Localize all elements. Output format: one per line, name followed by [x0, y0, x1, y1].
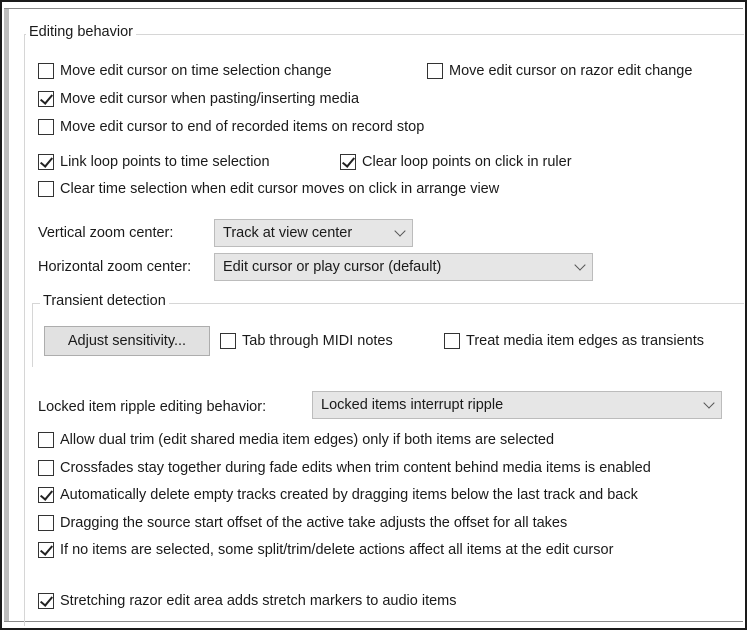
checkbox-label: Treat media item edges as transients: [466, 333, 705, 349]
move-on-razor-edit-checkbox[interactable]: Move edit cursor on razor edit change: [427, 63, 692, 79]
treat-edges-transients-checkbox[interactable]: Treat media item edges as transients: [444, 333, 704, 349]
checkbox-label: Tab through MIDI notes: [242, 333, 393, 349]
dragging-source-offset-checkbox[interactable]: Dragging the source start offset of the …: [38, 515, 567, 531]
adjust-sensitivity-button[interactable]: Adjust sensitivity...: [44, 326, 210, 356]
checkbox-label: Clear time selection when edit cursor mo…: [60, 181, 500, 197]
chevron-down-icon: [703, 396, 715, 409]
link-loop-points-checkbox[interactable]: Link loop points to time selection: [38, 154, 270, 170]
move-when-pasting-checkbox[interactable]: Move edit cursor when pasting/inserting …: [38, 91, 359, 107]
stretching-razor-checkbox[interactable]: Stretching razor edit area adds stretch …: [38, 593, 457, 609]
clear-loop-points-checkbox[interactable]: Clear loop points on click in ruler: [340, 154, 572, 170]
checkbox-label: Move edit cursor to end of recorded item…: [60, 119, 425, 135]
locked-ripple-select[interactable]: Locked items interrupt ripple: [312, 391, 722, 419]
tab-through-midi-checkbox[interactable]: Tab through MIDI notes: [220, 333, 393, 349]
checkbox-label: Link loop points to time selection: [60, 154, 270, 170]
vertical-zoom-value: Track at view center: [223, 225, 353, 241]
checkbox-label: Move edit cursor on razor edit change: [449, 63, 693, 79]
auto-delete-empty-tracks-checkbox[interactable]: Automatically delete empty tracks create…: [38, 487, 638, 503]
allow-dual-trim-checkbox[interactable]: Allow dual trim (edit shared media item …: [38, 432, 554, 448]
crossfades-together-checkbox[interactable]: Crossfades stay together during fade edi…: [38, 460, 651, 476]
horizontal-zoom-select[interactable]: Edit cursor or play cursor (default): [214, 253, 593, 281]
locked-ripple-label: Locked item ripple editing behavior:: [38, 399, 267, 415]
vertical-zoom-label: Vertical zoom center:: [38, 225, 174, 241]
horizontal-zoom-value: Edit cursor or play cursor (default): [223, 259, 442, 275]
checkbox-label: Allow dual trim (edit shared media item …: [60, 432, 555, 448]
checkbox-label: Move edit cursor when pasting/inserting …: [60, 91, 360, 107]
checkbox-box[interactable]: [444, 333, 460, 349]
checkbox-box[interactable]: [38, 460, 54, 476]
checkbox-label: Move edit cursor on time selection chang…: [60, 63, 332, 79]
checkbox-box[interactable]: [220, 333, 236, 349]
transient-detection-title: Transient detection: [40, 293, 169, 309]
checkbox-box[interactable]: [38, 91, 54, 107]
checkbox-box[interactable]: [427, 63, 443, 79]
checkbox-label: Dragging the source start offset of the …: [60, 515, 568, 531]
top-divider: [4, 8, 743, 9]
checkbox-label: Clear loop points on click in ruler: [362, 154, 572, 170]
checkbox-box[interactable]: [38, 63, 54, 79]
checkbox-box[interactable]: [38, 515, 54, 531]
checkbox-box[interactable]: [38, 181, 54, 197]
clear-time-selection-checkbox[interactable]: Clear time selection when edit cursor mo…: [38, 181, 499, 197]
move-on-time-selection-checkbox[interactable]: Move edit cursor on time selection chang…: [38, 63, 332, 79]
checkbox-box[interactable]: [38, 119, 54, 135]
checkbox-box[interactable]: [38, 487, 54, 503]
checkbox-box[interactable]: [38, 593, 54, 609]
checkbox-box[interactable]: [38, 542, 54, 558]
chevron-down-icon: [574, 258, 586, 271]
checkbox-box[interactable]: [38, 432, 54, 448]
left-scroll-edge: [4, 9, 9, 621]
move-to-end-recorded-checkbox[interactable]: Move edit cursor to end of recorded item…: [38, 119, 424, 135]
chevron-down-icon: [394, 224, 406, 237]
checkbox-box[interactable]: [38, 154, 54, 170]
no-items-selected-checkbox[interactable]: If no items are selected, some split/tri…: [38, 542, 613, 558]
checkbox-box[interactable]: [340, 154, 356, 170]
horizontal-zoom-label: Horizontal zoom center:: [38, 259, 192, 275]
checkbox-label: Stretching razor edit area adds stretch …: [60, 593, 457, 609]
checkbox-label: Crossfades stay together during fade edi…: [60, 460, 651, 476]
preferences-panel: Editing behavior Move edit cursor on tim…: [0, 0, 747, 630]
locked-ripple-value: Locked items interrupt ripple: [321, 397, 504, 413]
vertical-zoom-select[interactable]: Track at view center: [214, 219, 413, 247]
checkbox-label: Automatically delete empty tracks create…: [60, 487, 638, 503]
checkbox-label: If no items are selected, some split/tri…: [60, 542, 614, 558]
editing-behavior-title: Editing behavior: [26, 24, 136, 40]
